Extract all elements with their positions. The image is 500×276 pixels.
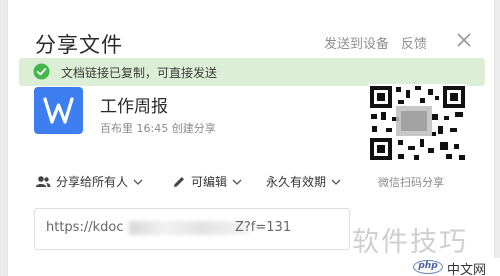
pencil-icon: [174, 176, 184, 187]
link-redacted-blur: [129, 221, 249, 235]
file-meta: 百布里 16:45 创建分享: [100, 122, 216, 135]
dialog-title: 分享文件: [35, 33, 123, 57]
site-badge: php 中文网: [410, 258, 500, 276]
link-prefix: https://kdoc: [46, 220, 124, 235]
expiry-dropdown[interactable]: 永久有效期: [266, 173, 341, 190]
site-name: 中文网: [447, 263, 487, 276]
qr-caption: 微信扫码分享: [378, 176, 444, 189]
watermark-text: 软件技巧: [352, 227, 468, 258]
word-document-icon: [34, 87, 83, 134]
feedback-link[interactable]: 反馈: [401, 33, 427, 52]
permission-dropdown[interactable]: 可编辑: [172, 173, 242, 190]
share-qr-code[interactable]: [368, 84, 467, 162]
php-logo: php: [413, 260, 443, 274]
close-icon[interactable]: [455, 31, 473, 49]
send-to-device-link[interactable]: 发送到设备: [324, 33, 389, 52]
permission-label: 可编辑: [191, 175, 228, 189]
link-suffix: Z?f=131: [235, 220, 292, 235]
share-scope-dropdown[interactable]: 分享给所有人: [35, 173, 143, 190]
copy-success-toast: 文档链接已复制，可直接发送: [19, 58, 485, 86]
share-link-field[interactable]: https://kdoc Z?f=131: [34, 208, 350, 250]
expiry-label: 永久有效期: [266, 175, 327, 189]
chevron-down-icon: [331, 179, 341, 185]
users-icon: [35, 176, 51, 187]
toast-message: 文档链接已复制，可直接发送: [61, 66, 218, 80]
check-circle-icon: [33, 63, 50, 80]
chevron-down-icon: [232, 179, 242, 185]
file-name: 工作周报: [100, 97, 168, 117]
share-scope-label: 分享给所有人: [56, 175, 129, 189]
chevron-down-icon: [133, 179, 143, 185]
